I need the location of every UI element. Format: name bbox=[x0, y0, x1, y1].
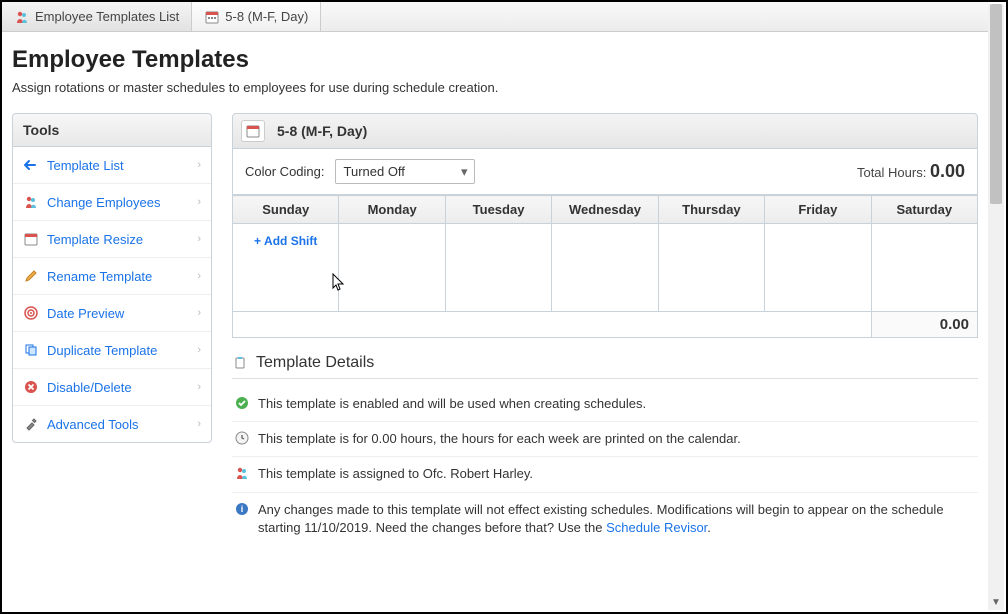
calendar-table: Sunday Monday Tuesday Wednesday Thursday… bbox=[232, 195, 978, 338]
tool-label: Template List bbox=[47, 158, 124, 173]
tool-template-list[interactable]: Template List › bbox=[13, 147, 211, 184]
color-coding-select[interactable]: Turned Off bbox=[335, 159, 475, 184]
scrollbar[interactable]: ▲ ▼ bbox=[988, 4, 1004, 610]
target-icon bbox=[23, 305, 39, 321]
template-title: 5-8 (M-F, Day) bbox=[277, 123, 367, 139]
tool-label: Change Employees bbox=[47, 195, 160, 210]
template-header: 5-8 (M-F, Day) bbox=[232, 113, 978, 149]
tool-date-preview[interactable]: Date Preview › bbox=[13, 295, 211, 332]
page-subtitle: Assign rotations or master schedules to … bbox=[12, 80, 978, 95]
chevron-right-icon: › bbox=[197, 159, 201, 171]
arrow-left-icon bbox=[23, 157, 39, 173]
employees-icon bbox=[14, 9, 30, 25]
chevron-right-icon: › bbox=[197, 418, 201, 430]
tab-employee-templates-list[interactable]: Employee Templates List bbox=[2, 2, 192, 31]
total-hours-label: Total Hours: bbox=[857, 165, 930, 180]
details-header: Template Details bbox=[232, 354, 978, 379]
day-cell-sunday[interactable]: + Add Shift bbox=[233, 224, 339, 312]
scroll-down-icon[interactable]: ▼ bbox=[988, 594, 1004, 610]
day-header: Wednesday bbox=[552, 196, 658, 224]
day-header: Tuesday bbox=[445, 196, 551, 224]
add-shift-button[interactable]: + Add Shift bbox=[237, 228, 334, 248]
calendar-icon bbox=[204, 9, 220, 25]
calendar-icon bbox=[241, 120, 265, 142]
employees-icon bbox=[23, 194, 39, 210]
tool-template-resize[interactable]: Template Resize › bbox=[13, 221, 211, 258]
employees-icon bbox=[234, 465, 250, 481]
day-header: Saturday bbox=[871, 196, 977, 224]
chevron-right-icon: › bbox=[197, 381, 201, 393]
details-header-text: Template Details bbox=[256, 354, 374, 372]
detail-enabled: This template is enabled and will be use… bbox=[232, 387, 978, 422]
detail-text: This template is enabled and will be use… bbox=[258, 395, 646, 413]
day-header: Friday bbox=[765, 196, 871, 224]
chevron-right-icon: › bbox=[197, 344, 201, 356]
info-icon: i bbox=[234, 501, 250, 517]
day-header: Sunday bbox=[233, 196, 339, 224]
clipboard-icon bbox=[232, 355, 248, 371]
clock-icon bbox=[234, 430, 250, 446]
day-cell-tuesday[interactable] bbox=[445, 224, 551, 312]
delete-icon bbox=[23, 379, 39, 395]
tool-label: Duplicate Template bbox=[47, 343, 157, 358]
day-cell-thursday[interactable] bbox=[658, 224, 764, 312]
detail-text: Any changes made to this template will n… bbox=[258, 501, 976, 537]
detail-changes: i Any changes made to this template will… bbox=[232, 493, 978, 545]
day-cell-wednesday[interactable] bbox=[552, 224, 658, 312]
tool-change-employees[interactable]: Change Employees › bbox=[13, 184, 211, 221]
add-shift-label: Add Shift bbox=[264, 234, 317, 248]
tool-duplicate-template[interactable]: Duplicate Template › bbox=[13, 332, 211, 369]
detail-assigned: This template is assigned to Ofc. Robert… bbox=[232, 457, 978, 492]
tab-current-template[interactable]: 5-8 (M-F, Day) bbox=[192, 2, 321, 31]
day-cell-saturday[interactable] bbox=[871, 224, 977, 312]
tool-label: Disable/Delete bbox=[47, 380, 132, 395]
check-icon bbox=[234, 395, 250, 411]
scrollbar-thumb[interactable] bbox=[990, 4, 1002, 204]
tool-label: Date Preview bbox=[47, 306, 124, 321]
chevron-right-icon: › bbox=[197, 270, 201, 282]
tool-label: Rename Template bbox=[47, 269, 152, 284]
plus-icon: + bbox=[254, 234, 261, 248]
day-cell-monday[interactable] bbox=[339, 224, 445, 312]
duplicate-icon bbox=[23, 342, 39, 358]
chevron-right-icon: › bbox=[197, 233, 201, 245]
tools-panel: Tools Template List › Change Employees › bbox=[12, 113, 212, 443]
tab-label: Employee Templates List bbox=[35, 9, 179, 24]
page-title: Employee Templates bbox=[12, 46, 978, 74]
detail-text: This template is for 0.00 hours, the hou… bbox=[258, 430, 741, 448]
tool-disable-delete[interactable]: Disable/Delete › bbox=[13, 369, 211, 406]
footer-spacer bbox=[233, 312, 872, 338]
day-header: Thursday bbox=[658, 196, 764, 224]
week-total-value: 0.00 bbox=[871, 312, 977, 338]
tool-advanced-tools[interactable]: Advanced Tools › bbox=[13, 406, 211, 442]
tools-header: Tools bbox=[13, 114, 211, 147]
tab-label: 5-8 (M-F, Day) bbox=[225, 9, 308, 24]
schedule-revisor-link[interactable]: Schedule Revisor bbox=[606, 520, 707, 535]
day-header: Monday bbox=[339, 196, 445, 224]
calendar-icon bbox=[23, 231, 39, 247]
tool-label: Template Resize bbox=[47, 232, 143, 247]
color-coding-label: Color Coding: bbox=[245, 164, 325, 179]
detail-hours: This template is for 0.00 hours, the hou… bbox=[232, 422, 978, 457]
tool-rename-template[interactable]: Rename Template › bbox=[13, 258, 211, 295]
pencil-icon bbox=[23, 268, 39, 284]
total-hours: Total Hours: 0.00 bbox=[857, 161, 965, 182]
total-hours-value: 0.00 bbox=[930, 161, 965, 181]
tools-icon bbox=[23, 416, 39, 432]
tool-label: Advanced Tools bbox=[47, 417, 139, 432]
svg-text:i: i bbox=[241, 504, 244, 514]
day-cell-friday[interactable] bbox=[765, 224, 871, 312]
select-value: Turned Off bbox=[344, 164, 405, 179]
detail-text: This template is assigned to Ofc. Robert… bbox=[258, 465, 533, 483]
chevron-right-icon: › bbox=[197, 196, 201, 208]
chevron-right-icon: › bbox=[197, 307, 201, 319]
